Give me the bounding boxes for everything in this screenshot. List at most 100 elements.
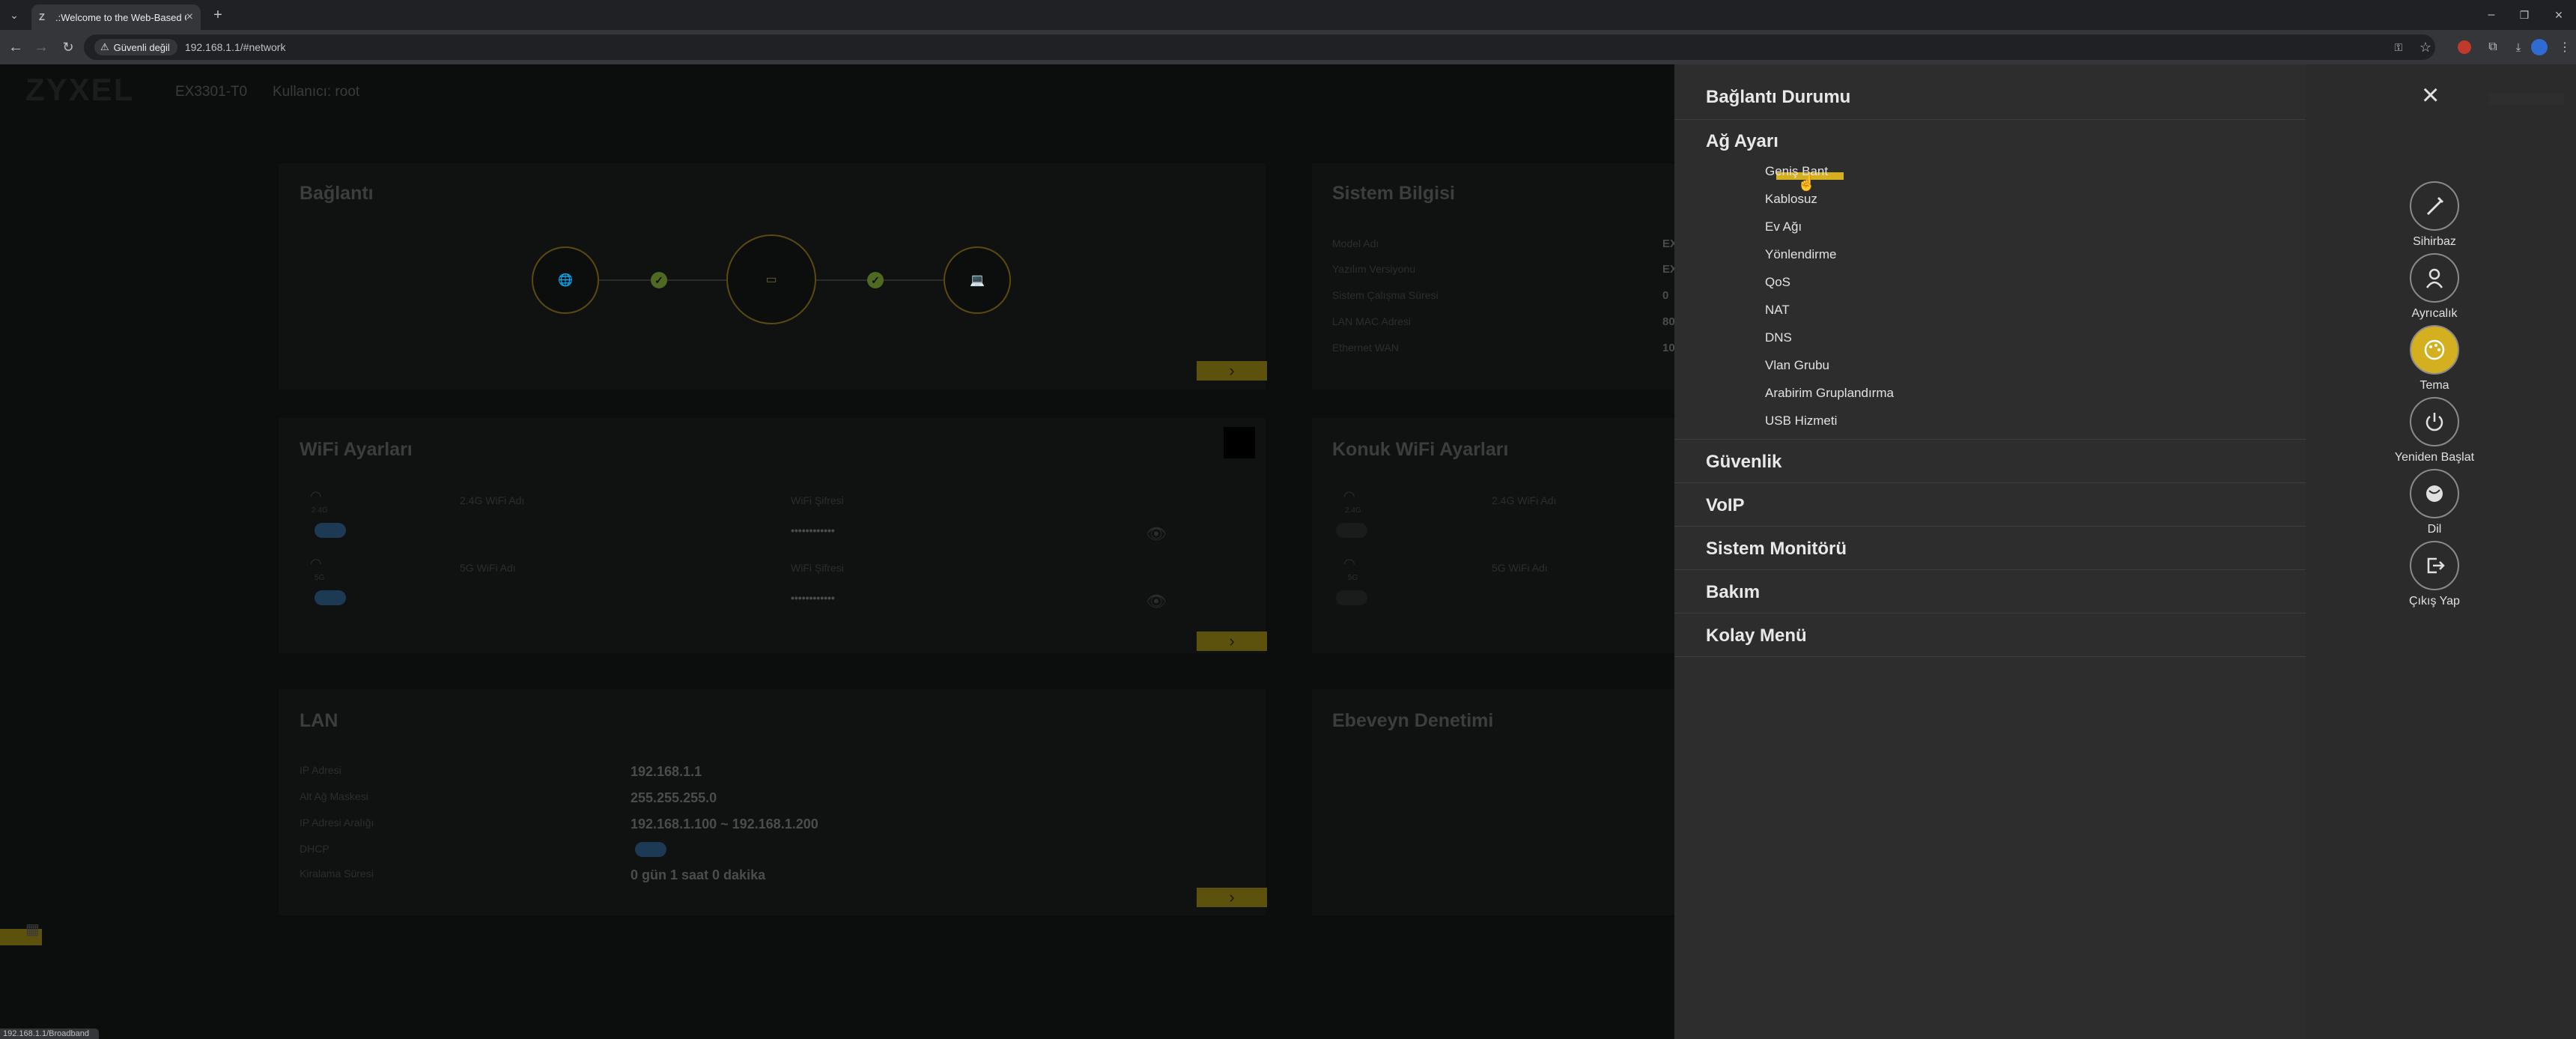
guest-5-toggle[interactable] <box>1336 590 1367 605</box>
logout-label: Çıkış Yap <box>2409 595 2460 608</box>
logout-button[interactable] <box>2410 541 2459 590</box>
back-icon[interactable]: ← <box>6 37 25 57</box>
show-password-eye-icon[interactable]: 👁 <box>1146 524 1167 544</box>
lan-card-title: LAN <box>300 710 338 731</box>
wifi-24-toggle[interactable] <box>315 523 346 538</box>
wifi-signal-icon: ◠ <box>310 488 322 503</box>
submenu-interface-grouping[interactable]: Arabirim Gruplandırma <box>1765 386 1894 401</box>
laptop-icon: 💻 <box>944 246 1011 314</box>
menu-section-easy-menu[interactable]: Kolay Menü <box>1674 614 2306 657</box>
extensions-puzzle-icon[interactable]: ⧉ <box>2483 37 2503 57</box>
lan-mac-label: LAN MAC Adresi <box>1332 315 1412 327</box>
preferences-button[interactable] <box>2410 253 2459 303</box>
connection-card-title: Bağlantı <box>300 183 374 204</box>
guest-band-24-label: 2.4G <box>1345 506 1361 515</box>
submenu-wireless[interactable]: Kablosuz <box>1765 192 1817 207</box>
menu-section-maintenance[interactable]: Bakım <box>1674 570 2306 614</box>
menu-section-security[interactable]: Güvenlik <box>1674 440 2306 483</box>
maximize-icon[interactable]: ❐ <box>2515 5 2534 25</box>
new-tab-icon[interactable]: + <box>208 5 228 25</box>
security-chip-label: Güvenli değil <box>113 41 170 53</box>
menu-section-connection-status[interactable]: Bağlantı Durumu <box>1674 75 2306 120</box>
model-name: EX3301-T0 <box>175 84 248 100</box>
menu-easy-menu[interactable]: Kolay Menü <box>1706 625 1807 646</box>
wifi-card-title: WiFi Ayarları <box>300 439 413 460</box>
wifi-5-pass-value: •••••••••••• <box>791 592 835 604</box>
wifi-card <box>279 418 1266 653</box>
lan-card <box>279 689 1266 915</box>
power-icon <box>2425 413 2443 431</box>
wifi-signal-icon: ◠ <box>310 556 322 571</box>
submenu-vlan-group[interactable]: Vlan Grubu <box>1765 358 1829 373</box>
lan-range-label: IP Adresi Aralığı <box>300 817 374 829</box>
tab-close-icon[interactable]: × <box>186 10 193 24</box>
submenu-routing[interactable]: Yönlendirme <box>1765 247 1836 262</box>
uptime-label: Sistem Çalışma Süresi <box>1332 289 1439 301</box>
menu-section-system-monitor[interactable]: Sistem Monitörü <box>1674 527 2306 570</box>
wifi-signal-icon: ◠ <box>1343 556 1355 571</box>
language-button[interactable] <box>2410 469 2459 518</box>
theme-label: Tema <box>2419 379 2449 392</box>
lan-ip-value: 192.168.1.1 <box>631 764 702 779</box>
guest-5-name-label: 5G WiFi Adı <box>1492 562 1548 574</box>
wifi-qr-icon[interactable] <box>1224 427 1255 458</box>
user-label: Kullanıcı: root <box>273 84 360 100</box>
warning-icon: ⚠ <box>100 41 109 52</box>
lan-lease-label: Kiralama Süresi <box>300 867 374 879</box>
window-close-icon[interactable]: × <box>2549 5 2569 25</box>
restart-button[interactable] <box>2410 397 2459 446</box>
browser-menu-icon[interactable]: ⋮ <box>2555 37 2575 57</box>
dhcp-toggle[interactable] <box>635 842 666 857</box>
minimize-icon[interactable]: – <box>2482 5 2501 25</box>
lan-more-button[interactable]: › <box>1197 888 1267 907</box>
lan-mask-value: 255.255.255.0 <box>631 790 717 805</box>
wifi-more-button[interactable]: › <box>1197 631 1267 651</box>
menu-system-monitor[interactable]: Sistem Monitörü <box>1706 539 1847 560</box>
submenu-nat[interactable]: NAT <box>1765 303 1790 318</box>
tab-search-chevron-icon[interactable]: ⌄ <box>4 5 24 25</box>
submenu-usb-service[interactable]: USB Hizmeti <box>1765 414 1837 428</box>
password-key-icon[interactable]: ⚿ <box>2389 37 2408 57</box>
internet-globe-icon: 🌐 <box>532 246 599 314</box>
tab-title: .:Welcome to the Web-Based C <box>55 11 186 23</box>
profile-avatar[interactable] <box>2531 39 2548 55</box>
submenu-home-network[interactable]: Ev Ağı <box>1765 219 1802 234</box>
security-chip[interactable]: ⚠ Güvenli değil <box>94 39 177 55</box>
guest-wifi-title: Konuk WiFi Ayarları <box>1332 439 1509 460</box>
reload-icon[interactable]: ↻ <box>58 37 78 57</box>
wifi-5-toggle[interactable] <box>315 590 346 605</box>
wizard-label: Sihirbaz <box>2413 235 2456 248</box>
restart-label: Yeniden Başlat <box>2394 451 2475 464</box>
theme-button[interactable] <box>2410 325 2459 375</box>
menu-voip[interactable]: VoIP <box>1706 495 1745 516</box>
menu-section-voip[interactable]: VoIP <box>1674 483 2306 527</box>
guest-24-toggle[interactable] <box>1336 523 1367 538</box>
wizard-button[interactable] <box>2410 181 2459 231</box>
downloads-icon[interactable]: ⤓ <box>2509 37 2528 57</box>
submenu-dns[interactable]: DNS <box>1765 330 1792 345</box>
menu-security[interactable]: Güvenlik <box>1706 452 1781 473</box>
logout-icon <box>2427 557 2445 574</box>
forward-icon[interactable]: → <box>31 37 51 57</box>
show-password-eye-icon[interactable]: 👁 <box>1146 592 1167 611</box>
wifi-24-name-label: 2.4G WiFi Adı <box>460 494 525 506</box>
close-drawer-icon[interactable]: × <box>2422 80 2439 110</box>
router-icon: ▭ <box>726 234 816 324</box>
submenu-qos[interactable]: QoS <box>1765 275 1790 290</box>
uptime-value: 0 <box>1662 289 1669 302</box>
grid-icon[interactable]: ▦ <box>25 920 40 939</box>
bookmark-star-icon[interactable]: ☆ <box>2416 37 2435 57</box>
browser-tab[interactable]: Z .:Welcome to the Web-Based C × <box>31 4 201 30</box>
extension-icon[interactable] <box>2458 40 2471 54</box>
menu-network-settings[interactable]: Ağ Ayarı <box>1706 131 1778 152</box>
menu-maintenance[interactable]: Bakım <box>1706 582 1760 603</box>
firmware-label: Yazılım Versiyonu <box>1332 263 1416 275</box>
menu-connection-status[interactable]: Bağlantı Durumu <box>1706 87 1850 108</box>
address-bar[interactable]: ⚠ Güvenli değil 192.168.1.1/#network <box>84 34 2435 60</box>
globe-icon <box>2426 485 2443 502</box>
language-label: Dil <box>2427 523 2442 536</box>
system-info-title: Sistem Bilgisi <box>1332 183 1455 204</box>
status-ok-dot: ✓ <box>651 272 667 288</box>
connection-more-button[interactable]: › <box>1197 361 1267 381</box>
zyxel-favicon-icon: Z <box>39 11 45 22</box>
